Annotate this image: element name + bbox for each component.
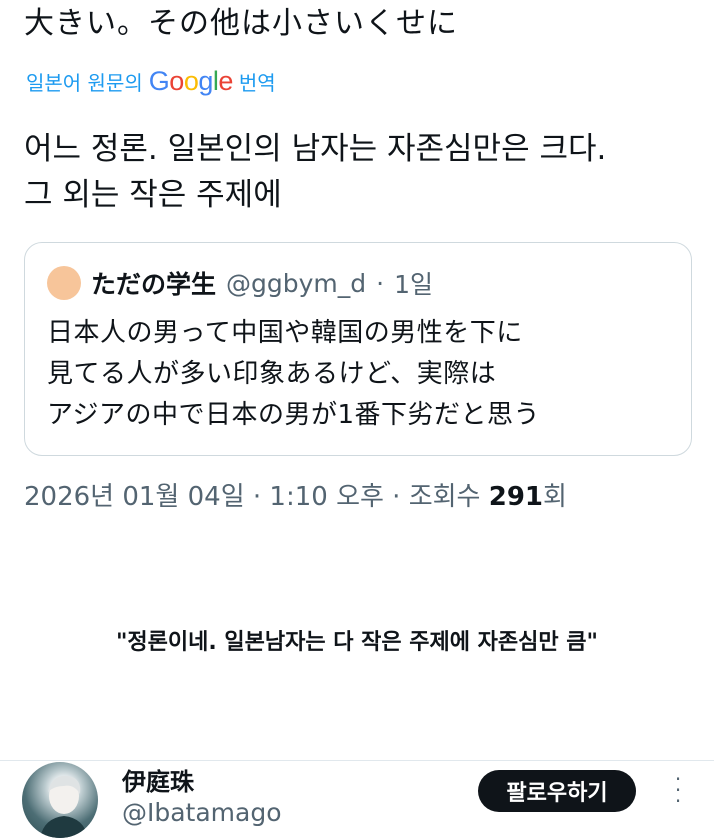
- quoted-line: 日本人の男って中国や韓国の男性を下に: [47, 318, 523, 348]
- quoted-post-age: 1일: [394, 270, 433, 299]
- more-options-icon[interactable]: · · ·: [666, 769, 690, 811]
- google-letter: e: [218, 66, 233, 96]
- image-caption: "정론이네. 일본남자는 다 작은 주제에 자존심만 큼": [115, 630, 599, 655]
- google-logo: Google: [148, 66, 234, 97]
- original-post-text: 大きい。その他は小さいくせに: [24, 6, 458, 41]
- translation-prefix: 일본어 원문의: [26, 71, 143, 95]
- post-timestamp: 2026년 01월 04일 · 1:10 오후 · 조회수 291회: [24, 476, 567, 513]
- google-letter: g: [198, 66, 213, 96]
- translated-line: 그 외는 작은 주제에: [24, 177, 282, 213]
- quoted-user-avatar[interactable]: [47, 266, 81, 300]
- quoted-line: 見てる人が多い印象あるけど、実際は: [47, 359, 497, 389]
- avatar-figure: [40, 775, 88, 838]
- meta-separator: ·: [376, 268, 385, 298]
- profile-name[interactable]: 伊庭珠: [122, 762, 194, 797]
- quoted-post-card[interactable]: ただの学生 @ggbym_d · 1일 日本人の男って中国や韓国の男性を下に 見…: [24, 242, 692, 456]
- translation-suffix: 번역: [238, 71, 276, 95]
- post-date-time[interactable]: 2026년 01월 04일 · 1:10 오후 · 조회수: [24, 482, 480, 512]
- quoted-user-name[interactable]: ただの学生: [91, 265, 216, 301]
- translated-post-text: 어느 정론. 일본인의 남자는 자존심만은 크다. 그 외는 작은 주제에: [24, 126, 694, 218]
- profile-avatar[interactable]: [22, 762, 98, 838]
- translation-label[interactable]: 일본어 원문의 Google 번역: [26, 66, 276, 97]
- quoted-post-text: 日本人の男って中国や韓国の男性を下に 見てる人が多い印象あるけど、実際は アジア…: [47, 313, 677, 436]
- quoted-post-header: ただの学生 @ggbym_d · 1일: [47, 265, 433, 301]
- google-letter: o: [169, 66, 184, 96]
- quoted-user-handle[interactable]: @ggbym_d: [226, 269, 366, 298]
- divider: [0, 760, 714, 761]
- quoted-line: アジアの中で日本の男が1番下劣だと思う: [47, 400, 541, 430]
- google-letter: G: [148, 66, 170, 96]
- follow-button[interactable]: 팔로우하기: [478, 770, 636, 812]
- google-letter: o: [183, 66, 199, 96]
- view-count-suffix: 회: [543, 482, 567, 512]
- view-count: 291: [488, 482, 544, 512]
- profile-handle[interactable]: @Ibatamago: [122, 798, 282, 827]
- translated-line: 어느 정론. 일본인의 남자는 자존심만은 크다.: [24, 131, 607, 167]
